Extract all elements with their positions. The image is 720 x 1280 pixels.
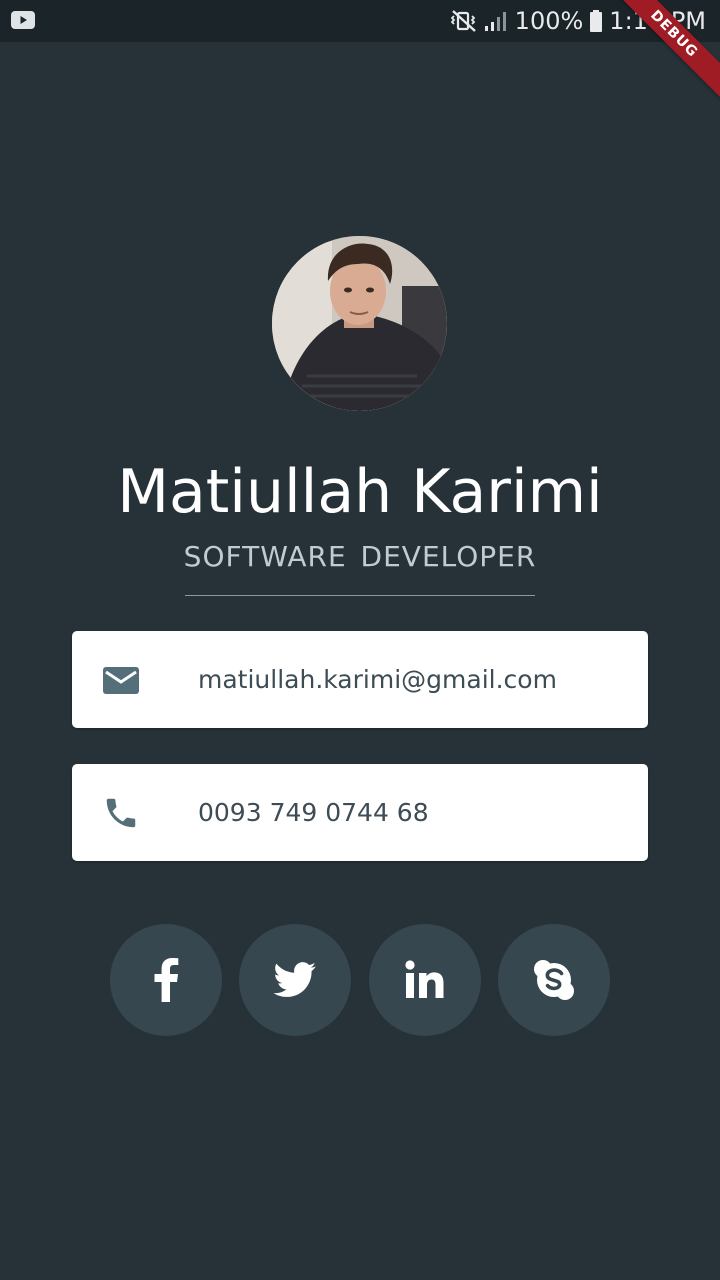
linkedin-button[interactable] — [369, 924, 481, 1036]
profile-title: SOFTWARE DEVELOPER — [183, 540, 537, 573]
battery-percent: 100% — [514, 7, 584, 35]
social-links — [110, 924, 610, 1036]
status-bar: 100% 1:10 PM — [0, 0, 720, 42]
email-card[interactable]: matiullah.karimi@gmail.com — [72, 631, 648, 728]
facebook-button[interactable] — [110, 924, 222, 1036]
twitter-icon — [273, 962, 316, 997]
divider — [185, 595, 535, 596]
battery-icon — [590, 10, 603, 32]
mute-vibrate-icon — [450, 10, 476, 32]
twitter-button[interactable] — [239, 924, 351, 1036]
facebook-icon — [154, 958, 179, 1002]
signal-icon — [484, 12, 506, 31]
clock: 1:10 PM — [609, 7, 706, 35]
email-text: matiullah.karimi@gmail.com — [198, 665, 557, 694]
profile-photo — [272, 236, 447, 411]
email-icon — [103, 667, 139, 694]
profile-name: Matiullah Karimi — [117, 457, 603, 527]
phone-text: 0093 749 0744 68 — [198, 798, 429, 827]
youtube-icon — [11, 11, 35, 29]
avatar — [272, 236, 447, 411]
linkedin-icon — [405, 960, 444, 998]
phone-icon — [106, 798, 136, 828]
skype-icon — [534, 960, 574, 1000]
phone-card[interactable]: 0093 749 0744 68 — [72, 764, 648, 861]
skype-button[interactable] — [498, 924, 610, 1036]
